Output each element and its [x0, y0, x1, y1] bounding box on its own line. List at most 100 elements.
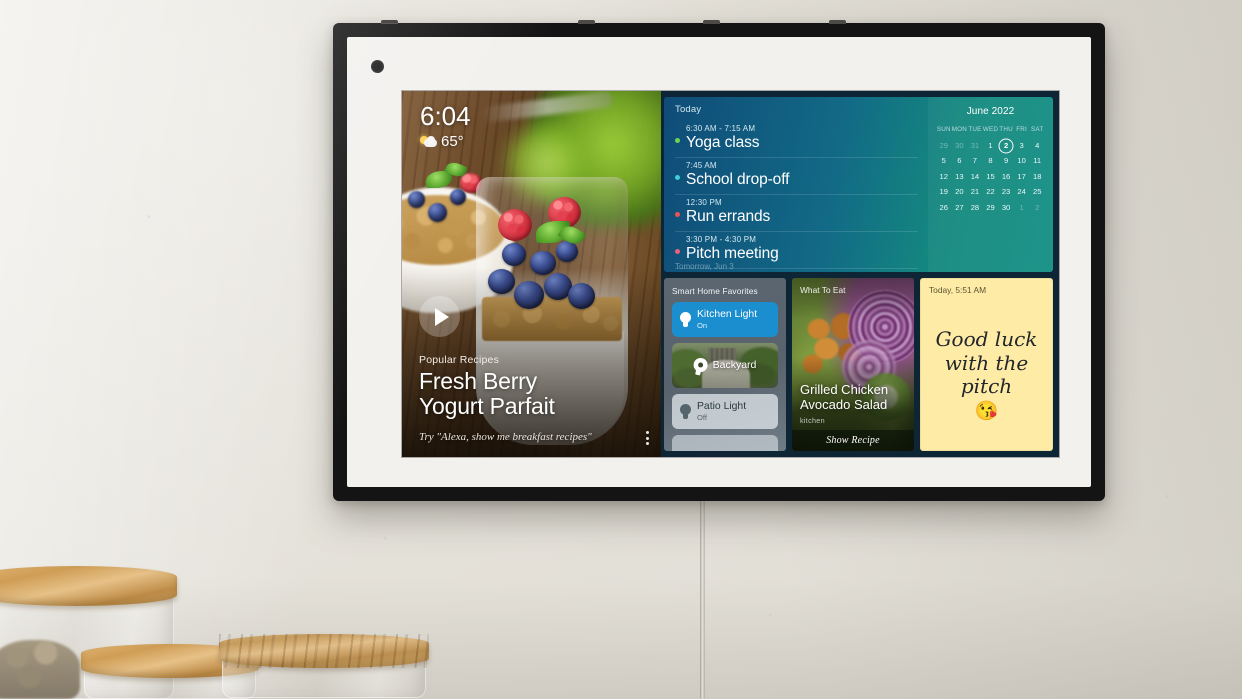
- calendar-day[interactable]: 9: [998, 155, 1014, 167]
- device-name: Backyard: [712, 359, 757, 372]
- calendar-day[interactable]: 18: [1029, 171, 1045, 183]
- calendar-day[interactable]: 26: [936, 202, 952, 214]
- smart-device-patio-light[interactable]: Patio Light Off: [672, 393, 778, 429]
- storage-jar-small: [219, 634, 429, 699]
- calendar-day[interactable]: 7: [967, 155, 983, 167]
- calendar-day[interactable]: 10: [1014, 155, 1030, 167]
- calendar-day[interactable]: 30: [952, 140, 968, 152]
- note-line3: pitch: [960, 374, 1013, 399]
- volume-down-button[interactable]: [381, 20, 398, 24]
- alexa-prompt: Try "Alexa, show me breakfast recipes": [419, 431, 592, 443]
- calendar-card[interactable]: Today 6:30 AM - 7:15 AM Yoga class 7:45 …: [664, 97, 1053, 272]
- calendar-day[interactable]: 15: [983, 171, 999, 183]
- note-line1: Good luck: [935, 327, 1038, 352]
- note-content: Good luck with the pitch 😘: [928, 306, 1045, 443]
- room-scene: 6:04 65° Popular Recipes Fresh Berry Yog…: [0, 0, 1242, 699]
- smart-display-device: 6:04 65° Popular Recipes Fresh Berry Yog…: [333, 20, 1105, 501]
- calendar-day[interactable]: 29: [936, 140, 952, 152]
- front-camera-icon: [371, 60, 384, 73]
- weekday-label: WED: [982, 126, 999, 133]
- calendar-day[interactable]: 25: [1029, 186, 1045, 198]
- camera-icon: [693, 358, 708, 373]
- hero-title-line1: Fresh Berry: [419, 367, 537, 394]
- calendar-day[interactable]: 12: [936, 171, 952, 183]
- event-title: Pitch meeting: [686, 245, 779, 262]
- smart-device-partial[interactable]: [672, 434, 778, 451]
- recipe-title-line2: Avocado Salad: [800, 397, 888, 413]
- calendar-day[interactable]: 16: [998, 171, 1014, 183]
- jar-contents-nuts: [0, 640, 80, 699]
- play-icon: [434, 307, 449, 326]
- calendar-day[interactable]: 20: [952, 186, 968, 198]
- event-time: 6:30 AM - 7:15 AM: [686, 124, 756, 133]
- calendar-day[interactable]: 21: [967, 186, 983, 198]
- event-title: Run errands: [686, 208, 771, 225]
- calendar-day[interactable]: 27: [952, 202, 968, 214]
- display-screen[interactable]: 6:04 65° Popular Recipes Fresh Berry Yog…: [402, 91, 1059, 457]
- recipe-title-line1: Grilled Chicken: [800, 382, 889, 398]
- event-time: 12:30 PM: [686, 198, 722, 207]
- note-line2: with the: [944, 350, 1029, 375]
- calendar-day[interactable]: 8: [983, 155, 999, 167]
- event-title: School drop-off: [686, 171, 790, 188]
- calendar-day-today[interactable]: 2: [998, 140, 1014, 152]
- recipe-hero-panel[interactable]: 6:04 65° Popular Recipes Fresh Berry Yog…: [402, 91, 661, 457]
- smart-device-kitchen-light[interactable]: Kitchen Light On: [672, 302, 778, 337]
- event-color-dot: [675, 212, 680, 217]
- more-options-icon[interactable]: [640, 431, 654, 445]
- weekday-label: TUE: [968, 126, 982, 133]
- smart-device-backyard-camera[interactable]: Backyard: [672, 342, 778, 388]
- event-color-dot: [675, 175, 680, 180]
- smart-home-card[interactable]: Smart Home Favorites Kitchen Light On Ba…: [664, 278, 786, 451]
- calendar-day[interactable]: 4: [1029, 140, 1045, 152]
- clock-widget[interactable]: 6:04 65°: [420, 103, 471, 150]
- month-calendar[interactable]: June 2022 SUN MON TUE WED THU FRI SAT 29: [928, 97, 1053, 272]
- calendar-day[interactable]: 31: [967, 140, 983, 152]
- card-kicker: What To Eat: [800, 285, 846, 295]
- calendar-day[interactable]: 11: [1029, 155, 1045, 167]
- what-to-eat-card[interactable]: What To Eat Grilled Chicken Avocado Sala…: [792, 278, 914, 451]
- weather-temperature: 65°: [441, 133, 464, 150]
- volume-up-button[interactable]: [578, 20, 595, 24]
- device-state: Off: [697, 412, 707, 422]
- calendar-day[interactable]: 1: [1014, 202, 1030, 214]
- calendar-day[interactable]: 2: [1029, 202, 1045, 214]
- camera-shutter-button[interactable]: [829, 20, 846, 24]
- calendar-day[interactable]: 24: [1014, 186, 1030, 198]
- kissing-face-emoji: 😘: [974, 400, 999, 422]
- calendar-day[interactable]: 6: [952, 155, 968, 167]
- device-state: On: [697, 320, 708, 330]
- clock-time: 6:04: [420, 101, 471, 131]
- weekday-label: SAT: [1031, 126, 1044, 133]
- show-recipe-button[interactable]: Show Recipe: [792, 430, 914, 451]
- calendar-day[interactable]: 23: [998, 186, 1014, 198]
- calendar-day[interactable]: 17: [1014, 171, 1030, 183]
- calendar-day[interactable]: 30: [998, 202, 1014, 214]
- calendar-day[interactable]: 13: [952, 171, 968, 183]
- calendar-day[interactable]: 22: [983, 186, 999, 198]
- sticky-note-card[interactable]: Today, 5:51 AM Good luck with the pitch …: [920, 278, 1053, 451]
- agenda-event[interactable]: 12:30 PM Run errands: [675, 195, 918, 232]
- event-time: 3:30 PM - 4:30 PM: [686, 235, 757, 244]
- calendar-day[interactable]: 1: [983, 140, 999, 152]
- agenda-list[interactable]: Today 6:30 AM - 7:15 AM Yoga class 7:45 …: [664, 97, 928, 272]
- event-color-dot: [675, 138, 680, 143]
- play-button[interactable]: [419, 296, 460, 337]
- hero-title-line2: Yogurt Parfait: [419, 393, 555, 420]
- weekday-label: FRI: [1016, 126, 1027, 133]
- agenda-event[interactable]: 6:30 AM - 7:15 AM Yoga class: [675, 121, 918, 158]
- weekday-label: MON: [951, 126, 967, 133]
- calendar-day[interactable]: 3: [1014, 140, 1030, 152]
- calendar-day[interactable]: 14: [967, 171, 983, 183]
- device-top-buttons[interactable]: [333, 20, 1105, 24]
- calendar-day[interactable]: 19: [936, 186, 952, 198]
- microphone-mute-button[interactable]: [703, 20, 720, 24]
- weekday-label: THU: [999, 126, 1013, 133]
- calendar-grid[interactable]: SUN MON TUE WED THU FRI SAT 29 30 31 1 2…: [936, 124, 1045, 214]
- smart-home-header: Smart Home Favorites: [672, 286, 758, 296]
- calendar-day[interactable]: 5: [936, 155, 952, 167]
- partly-cloudy-icon: [420, 136, 437, 147]
- calendar-day[interactable]: 28: [967, 202, 983, 214]
- calendar-day[interactable]: 29: [983, 202, 999, 214]
- agenda-event[interactable]: 7:45 AM School drop-off: [675, 158, 918, 195]
